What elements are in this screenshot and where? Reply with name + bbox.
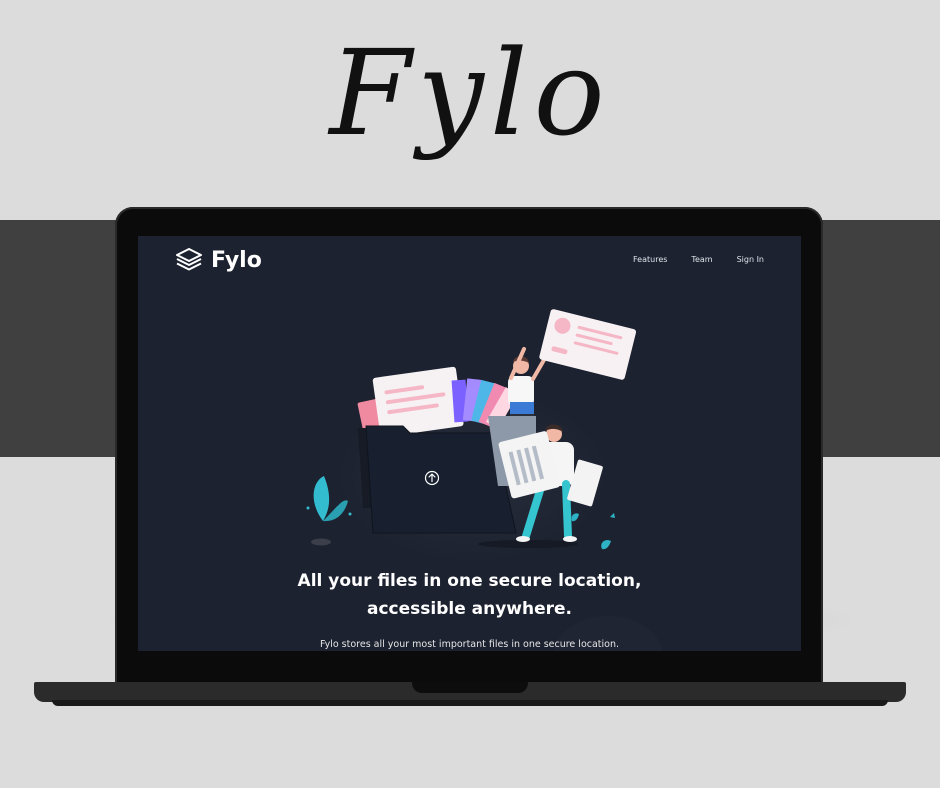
document-card [539, 309, 637, 380]
hero-subtext: Fylo stores all your most important file… [319, 639, 620, 650]
hero-headline-line-1: All your files in one secure location, [297, 571, 642, 591]
ground-shadow [478, 540, 578, 548]
laptop-notch [412, 682, 528, 693]
hero-headline: All your files in one secure location, a… [138, 567, 801, 623]
leaves-right [571, 513, 615, 550]
banner-title: Fylo [329, 24, 611, 162]
laptop-screen: Fylo Features Team Sign In All your file… [138, 236, 801, 651]
plant-left [306, 476, 352, 546]
laptop-base-edge [52, 700, 888, 706]
hero-headline-line-2: accessible anywhere. [366, 599, 573, 619]
